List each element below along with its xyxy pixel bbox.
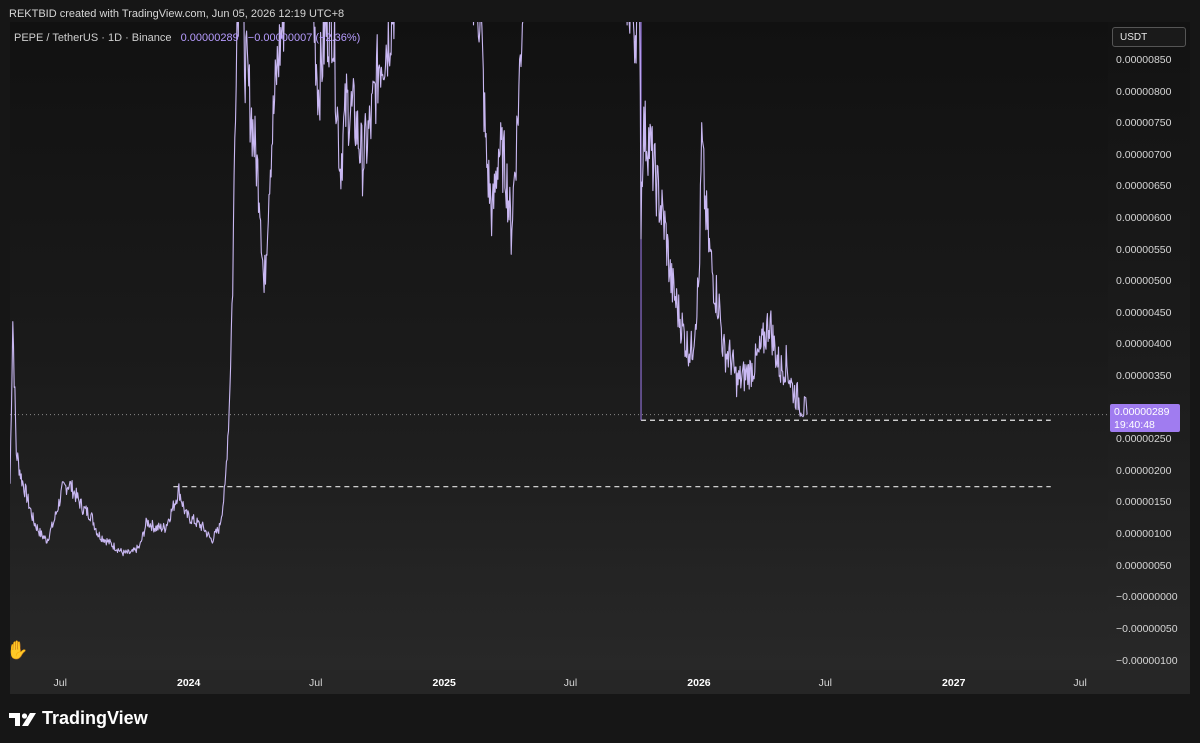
time-tick-year-label: 2027 <box>942 677 966 689</box>
symbol-label: PEPE / TetherUS · 1D · Binance <box>14 32 172 44</box>
time-tick-month-label: Jul <box>309 677 323 689</box>
watermark-text: REKTBID created with TradingView.com, Ju… <box>9 8 345 20</box>
price-tick-label: 0.00000250 <box>1116 433 1172 446</box>
time-tick-year-label: 2026 <box>687 677 711 689</box>
hand-cursor-icon[interactable]: ✋ <box>6 640 28 661</box>
price-tick-label: 0.00000600 <box>1116 211 1172 224</box>
last-price-badge: 0.00000289 19:40:48 <box>1110 404 1180 432</box>
price-tick-label: −0.00000100 <box>1116 654 1178 667</box>
tradingview-logo-icon <box>9 712 36 726</box>
bar-countdown: 19:40:48 <box>1114 419 1155 431</box>
price-tick-label: 0.00000850 <box>1116 53 1172 66</box>
time-tick-year-label: 2024 <box>177 677 201 689</box>
time-tick-month-label: Jul <box>818 677 833 689</box>
footer-bar <box>0 694 1200 743</box>
price-tick-label: 0.00000500 <box>1116 275 1172 288</box>
price-series-line <box>10 22 808 557</box>
chart-plot-area[interactable] <box>10 22 1108 670</box>
time-tick-month-label: Jul <box>1073 677 1087 689</box>
currency-unit-button[interactable]: USDT <box>1112 27 1186 47</box>
symbol-legend[interactable]: PEPE / TetherUS · 1D · Binance 0.0000028… <box>14 32 360 44</box>
time-tick-month-label: Jul <box>53 677 67 689</box>
price-tick-label: 0.00000450 <box>1116 306 1172 319</box>
price-tick-label: −0.00000050 <box>1116 622 1178 635</box>
last-price-value: 0.00000289 <box>1114 406 1170 418</box>
price-tick-label: 0.00000200 <box>1116 464 1172 477</box>
time-tick-year-label: 2025 <box>432 677 456 689</box>
brand-name: TradingView <box>42 708 148 728</box>
price-tick-label: 0.00000650 <box>1116 180 1172 193</box>
time-tick-month-label: Jul <box>563 677 578 689</box>
price-tick-label: 0.00000550 <box>1116 243 1172 256</box>
price-tick-label: 0.00000050 <box>1116 559 1172 572</box>
price-tick-label: 0.00000800 <box>1116 85 1172 98</box>
legend-change: −0.00000007 (−2.36%) <box>247 32 361 44</box>
price-tick-label: 0.00000150 <box>1116 496 1172 509</box>
price-tick-label: 0.00000400 <box>1116 338 1172 351</box>
legend-last-price: 0.00000289 <box>180 32 239 44</box>
price-tick-label: 0.00000750 <box>1116 117 1172 130</box>
price-tick-label: 0.00000100 <box>1116 528 1172 541</box>
price-tick-label: 0.00000700 <box>1116 148 1172 161</box>
price-chart-svg <box>10 22 1108 557</box>
tradingview-brand[interactable]: TradingView <box>9 708 148 729</box>
price-tick-label: −0.00000000 <box>1116 591 1178 604</box>
price-tick-label: 0.00000350 <box>1116 370 1172 383</box>
